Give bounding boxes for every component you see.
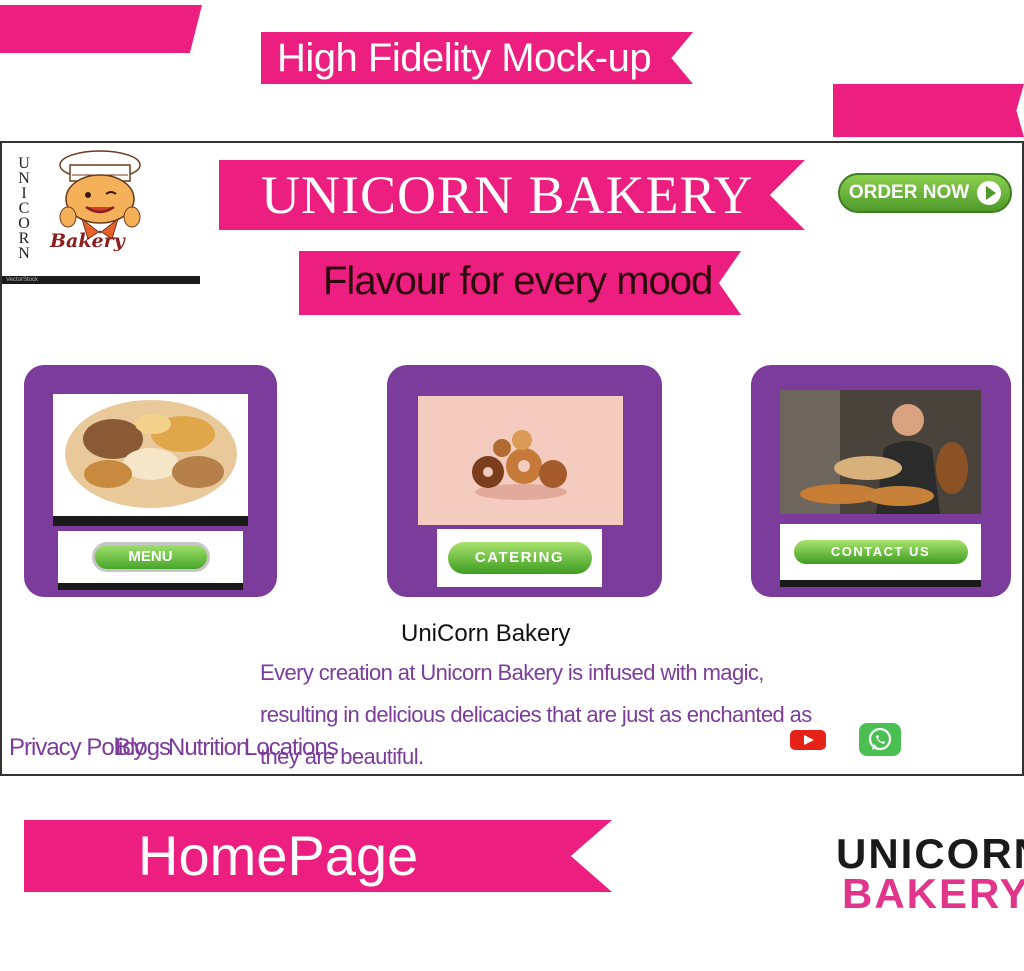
bread-assortment-image <box>53 394 248 526</box>
menu-button[interactable]: MENU <box>91 542 210 572</box>
tagline: Flavour for every mood <box>299 251 741 315</box>
decorative-ribbon <box>833 84 1024 137</box>
mockup-title: High Fidelity Mock-up <box>261 32 693 84</box>
baker-photo-image <box>780 390 981 514</box>
logo-vertical-text: U N I C O R N <box>18 155 30 262</box>
contact-button-panel: CONTACT US <box>780 524 981 580</box>
logo-script-text: Bakery <box>50 230 125 252</box>
brand-title: UNICORN BAKERY <box>219 160 805 230</box>
watermark-bar <box>58 583 243 590</box>
catering-button[interactable]: CATERING <box>447 542 592 574</box>
whatsapp-icon[interactable] <box>859 723 901 756</box>
company-name: UniCorn Bakery <box>401 620 571 647</box>
footer-link-nutrition[interactable]: Nutrition <box>168 734 249 762</box>
decorative-ribbon <box>0 5 202 53</box>
youtube-play-glyph <box>804 735 814 745</box>
footer-link-locations[interactable]: Locations <box>244 734 339 762</box>
contact-us-button[interactable]: CONTACT US <box>793 540 968 564</box>
catering-button-panel: CATERING <box>437 529 602 587</box>
order-now-button[interactable]: ORDER NOW <box>838 173 1012 213</box>
brand-logo-line2: BAKERY <box>842 870 1024 917</box>
pastries-image <box>418 396 623 525</box>
order-now-label: ORDER NOW <box>848 182 970 203</box>
description-text: Every creation at Unicorn Bakery is infu… <box>260 660 812 769</box>
watermark-bar <box>780 580 981 587</box>
watermark-bar: VectorStock <box>2 276 200 284</box>
menu-button-panel: MENU <box>58 531 243 583</box>
play-icon <box>977 181 1002 205</box>
page-label: HomePage <box>24 820 612 892</box>
footer-link-blogs[interactable]: Blogs <box>115 734 171 762</box>
